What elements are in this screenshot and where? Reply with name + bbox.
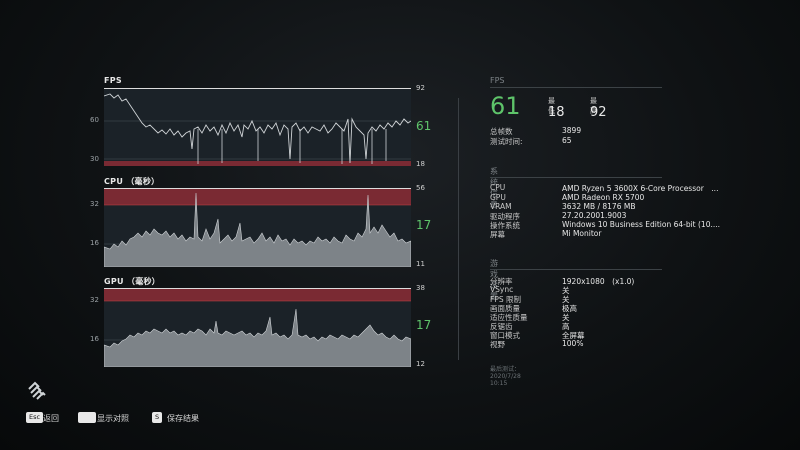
min-value: 12 <box>416 360 425 368</box>
test-time-value: 65 <box>562 136 572 145</box>
fps-section-header: FPS <box>490 76 505 85</box>
cpu-graph-svg <box>104 189 411 267</box>
min-value: 18 <box>416 160 425 168</box>
max-value: 38 <box>416 284 425 292</box>
game-logo-icon <box>28 381 46 400</box>
last-test-timestamp: 最后测试： 2020/7/28 10:15 <box>490 366 524 387</box>
back-label: 返回 <box>43 414 59 423</box>
min-value: 18 <box>548 105 565 120</box>
current-value: 17 <box>416 318 432 332</box>
save-results-label: 保存结果 <box>167 414 199 423</box>
sys-key: VRAM <box>490 202 512 211</box>
s-key-icon: S <box>152 412 163 423</box>
tick-label: 32 <box>90 296 99 304</box>
gpu-chart: GPU （毫秒） 32 16 38 17 12 <box>90 276 434 371</box>
sys-value: AMD Radeon RX 5700 <box>562 193 645 202</box>
back-control[interactable]: Esc 返回 <box>26 412 66 424</box>
fps-trace <box>104 93 411 164</box>
current-fps: 61 <box>490 92 521 120</box>
divider <box>490 177 662 178</box>
fps-graph-svg <box>104 93 411 166</box>
sys-value: 3632 MB / 8176 MB <box>562 202 636 211</box>
divider <box>490 87 662 88</box>
threshold-band <box>104 189 411 205</box>
current-value: 17 <box>416 218 432 232</box>
sys-key: 屏幕 <box>490 230 505 239</box>
max-value: 56 <box>416 184 425 192</box>
setting-value: 1920x1080 (x1.0) <box>562 277 635 286</box>
gpu-graph-svg <box>104 289 411 367</box>
chart-title: GPU （毫秒） <box>104 277 161 286</box>
setting-key: 视野 <box>490 340 505 349</box>
test-time-label: 测试时间: <box>490 137 523 146</box>
fps-chart: FPS 60 60 30 92 61 18 <box>90 76 434 171</box>
threshold-band <box>104 289 411 301</box>
sys-value: 27.20.2001.9003 <box>562 211 627 220</box>
tick-label: 30 <box>90 155 99 163</box>
current-value: 61 <box>416 119 432 133</box>
max-value: 92 <box>590 105 607 120</box>
sys-key: CPU <box>490 183 506 192</box>
min-value: 11 <box>416 260 425 268</box>
gpu-graph <box>104 288 411 367</box>
tick-label: 32 <box>90 200 99 208</box>
cpu-graph <box>104 188 411 267</box>
gpu-area <box>104 308 411 367</box>
sys-value: Windows 10 Business Edition 64-bit (10..… <box>562 220 721 229</box>
sys-value: Mi Monitor <box>562 229 602 238</box>
sys-key: GPU <box>490 193 506 202</box>
chart-title: FPS <box>104 76 122 85</box>
tick-label: 16 <box>90 335 99 343</box>
fps-graph: 60 <box>104 88 411 166</box>
setting-key: VSync <box>490 285 514 294</box>
setting-value: 100% <box>562 339 584 348</box>
tick-label: 16 <box>90 239 99 247</box>
threshold-band <box>104 161 411 166</box>
divider <box>490 269 662 270</box>
cpu-chart: CPU （毫秒） 32 16 56 17 11 <box>90 176 434 271</box>
max-value: 92 <box>416 84 425 92</box>
vertical-divider <box>458 98 459 360</box>
esc-key-icon: Esc <box>26 412 44 423</box>
show-comparison-control[interactable]: 显示对照 <box>78 412 138 424</box>
save-results-control[interactable]: S 保存结果 <box>152 412 212 424</box>
tick-label: 60 <box>90 116 99 124</box>
show-comparison-label: 显示对照 <box>97 414 129 423</box>
total-frames-value: 3899 <box>562 126 582 135</box>
spacebar-key-icon <box>78 412 96 423</box>
chart-title: CPU （毫秒） <box>104 177 160 186</box>
